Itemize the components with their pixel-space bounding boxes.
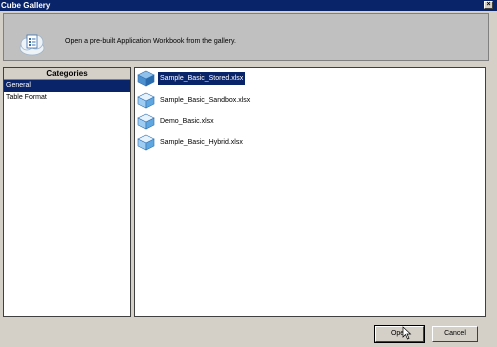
file-label: Sample_Basic_Stored.xlsx xyxy=(158,72,246,85)
file-item-demo-basic[interactable]: Demo_Basic.xlsx xyxy=(137,113,216,130)
cancel-button[interactable]: Cancel xyxy=(432,326,478,342)
title-bar: Cube Gallery × xyxy=(0,0,497,11)
category-item-general[interactable]: General xyxy=(4,80,130,92)
header-panel: Open a pre-built Application Workbook fr… xyxy=(3,13,489,61)
file-list-panel: Sample_Basic_Stored.xlsx Sample_Basic_Sa… xyxy=(134,67,486,317)
categories-panel: Categories General Table Format xyxy=(3,67,131,317)
window-title: Cube Gallery xyxy=(1,1,51,10)
header-message: Open a pre-built Application Workbook fr… xyxy=(65,38,236,45)
mouse-cursor-icon xyxy=(402,326,412,340)
file-label: Sample_Basic_Sandbox.xlsx xyxy=(160,97,251,104)
file-item-sample-basic-stored[interactable]: Sample_Basic_Stored.xlsx xyxy=(137,70,246,87)
file-label: Demo_Basic.xlsx xyxy=(160,118,214,125)
close-icon: × xyxy=(486,1,491,8)
category-item-table-format[interactable]: Table Format xyxy=(4,92,130,104)
workbook-cloud-icon xyxy=(19,34,45,56)
file-item-sample-basic-sandbox[interactable]: Sample_Basic_Sandbox.xlsx xyxy=(137,92,252,109)
open-button[interactable]: Open xyxy=(374,325,425,343)
categories-header: Categories xyxy=(4,68,130,80)
cube-icon xyxy=(137,92,155,109)
cube-icon xyxy=(137,113,155,130)
file-item-sample-basic-hybrid[interactable]: Sample_Basic_Hybrid.xlsx xyxy=(137,134,245,151)
cube-icon xyxy=(137,70,155,87)
cube-icon xyxy=(137,134,155,151)
close-button[interactable]: × xyxy=(484,1,493,9)
file-label: Sample_Basic_Hybrid.xlsx xyxy=(160,139,243,146)
